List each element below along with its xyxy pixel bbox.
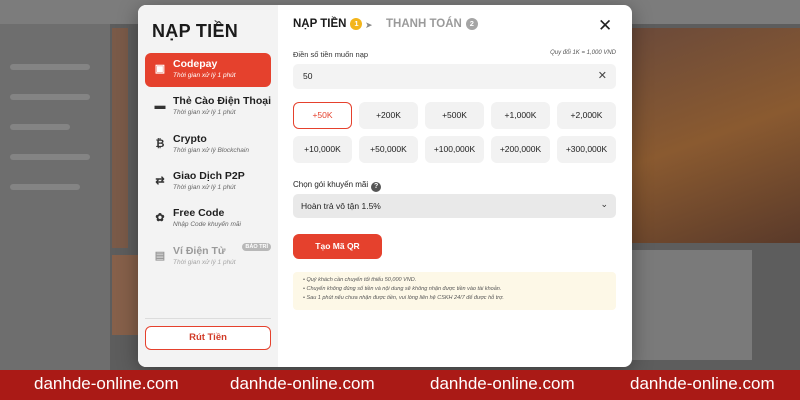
- notice-line: • Quý khách cần chuyển tối thiểu 50,000 …: [303, 277, 417, 283]
- p2p-icon: ⇄: [155, 175, 165, 187]
- sidebar-item-label: Ví Điện Tử: [173, 245, 226, 257]
- step-label: THANH TOÁN: [386, 18, 462, 30]
- notice-box: • Quý khách cần chuyển tối thiểu 50,000 …: [293, 272, 616, 310]
- rate-note: Quy đổi 1K = 1,000 VND: [550, 50, 616, 56]
- withdraw-button[interactable]: Rút Tiền: [145, 326, 271, 350]
- chevron-down-icon: ⌄: [600, 199, 608, 209]
- sidebar-item-p2p[interactable]: ⇄ Giao Dịch P2P Thời gian xử lý 1 phút: [145, 165, 271, 199]
- wallet-icon: ▣: [154, 63, 166, 75]
- watermark-text: danhde-online.com: [430, 374, 575, 393]
- sidebar-item-label: Crypto: [173, 133, 207, 145]
- quick-amount-1000k[interactable]: +1,000K: [491, 102, 550, 129]
- background-card: [632, 250, 752, 360]
- quick-amount-500k[interactable]: +500K: [425, 102, 484, 129]
- sidebar-item-free-code[interactable]: ✿ Free Code Nhập Code khuyến mãi: [145, 202, 271, 236]
- step-number: 1: [350, 18, 363, 30]
- deposit-modal: NẠP TIỀN ▣ Codepay Thời gian xử lý 1 phú…: [138, 5, 632, 367]
- gift-icon: ✿: [155, 212, 165, 224]
- amount-input[interactable]: 50 ✕: [293, 64, 616, 89]
- promo-label: Chọn gói khuyến mãi?: [293, 180, 382, 192]
- help-icon[interactable]: ?: [371, 182, 382, 192]
- sidebar-item-label: Free Code: [173, 207, 225, 219]
- background-thumbnail: [112, 255, 138, 335]
- sidebar-item-codepay[interactable]: ▣ Codepay Thời gian xử lý 1 phút: [145, 53, 271, 87]
- sidebar-item-subtitle: Thời gian xử lý 1 phút: [173, 72, 236, 79]
- watermark-text: danhde-online.com: [34, 374, 179, 393]
- sidebar-item-subtitle: Thời gian xử lý 1 phút: [173, 259, 236, 266]
- background-sidebar: [0, 24, 110, 370]
- notice-line: • Chuyển không đúng số tiền và nội dung …: [303, 286, 502, 292]
- step-payment: THANH TOÁN 2: [386, 18, 478, 30]
- step-arrow-icon: ➤: [365, 20, 373, 30]
- notice-line: • Sau 1 phút nếu chưa nhận được tiền, vu…: [303, 295, 504, 301]
- quick-amount-50k[interactable]: +50K: [293, 102, 352, 129]
- notice-text: Chuyển không đúng số tiền và nội dung sẽ…: [306, 286, 502, 292]
- quick-amount-50000k[interactable]: +50,000K: [359, 136, 418, 163]
- close-icon[interactable]: ✕: [598, 17, 612, 35]
- promo-select[interactable]: Hoàn trả vô tận 1.5% ⌄: [293, 194, 616, 218]
- sidebar-item-label: Giao Dịch P2P: [173, 170, 245, 182]
- quick-amount-200000k[interactable]: +200,000K: [491, 136, 550, 163]
- quick-amount-10000k[interactable]: +10,000K: [293, 136, 352, 163]
- create-qr-button[interactable]: Tạo Mã QR: [293, 234, 382, 259]
- sidebar-divider: [145, 318, 271, 319]
- deposit-method-sidebar: NẠP TIỀN ▣ Codepay Thời gian xử lý 1 phú…: [138, 5, 278, 367]
- maintenance-badge: BẢO TRÌ: [242, 243, 271, 251]
- background-banner: [112, 28, 128, 248]
- modal-title: NẠP TIỀN: [152, 21, 239, 41]
- watermark-text: danhde-online.com: [630, 374, 775, 393]
- card-icon: ▬: [154, 100, 166, 112]
- quick-amount-200k[interactable]: +200K: [359, 102, 418, 129]
- sidebar-item-crypto[interactable]: ₿ Crypto Thời gian xử lý Blockchain: [145, 128, 271, 162]
- ewallet-icon: ▤: [154, 250, 166, 262]
- notice-text: Quý khách cần chuyển tối thiểu 50,000 VN…: [306, 277, 417, 283]
- background-promo-image: [632, 28, 800, 243]
- sidebar-item-subtitle: Thời gian xử lý Blockchain: [173, 147, 249, 154]
- quick-amount-2000k[interactable]: +2,000K: [557, 102, 616, 129]
- promo-label-text: Chọn gói khuyến mãi: [293, 180, 369, 189]
- quick-amount-100000k[interactable]: +100,000K: [425, 136, 484, 163]
- sidebar-item-label: Codepay: [173, 58, 218, 70]
- deposit-form: NẠP TIỀN 1 ➤ THANH TOÁN 2 ✕ Điền số tiền m…: [278, 5, 632, 367]
- promo-select-value: Hoàn trả vô tận 1.5%: [301, 201, 381, 211]
- sidebar-item-ewallet[interactable]: ▤ Ví Điện Tử Thời gian xử lý 1 phút BẢO …: [145, 240, 271, 274]
- bitcoin-icon: ₿: [155, 138, 165, 150]
- amount-input-value: 50: [303, 71, 313, 81]
- clear-icon[interactable]: ✕: [598, 69, 607, 82]
- quick-amount-300000k[interactable]: +300,000K: [557, 136, 616, 163]
- sidebar-item-label: Thẻ Cào Điện Thoại: [173, 95, 272, 107]
- sidebar-item-subtitle: Nhập Code khuyến mãi: [173, 221, 241, 228]
- amount-label: Điền số tiền muốn nạp: [293, 50, 369, 59]
- watermark-text: danhde-online.com: [230, 374, 375, 393]
- watermark-footer: danhde-online.com danhde-online.com danh…: [0, 370, 800, 400]
- sidebar-item-subtitle: Thời gian xử lý 1 phút: [173, 184, 236, 191]
- step-number: 2: [465, 18, 478, 30]
- sidebar-item-phone-card[interactable]: ▬ Thẻ Cào Điện Thoại Thời gian xử lý 1 p…: [145, 90, 272, 124]
- step-deposit: NẠP TIỀN 1: [293, 18, 363, 30]
- sidebar-item-subtitle: Thời gian xử lý 1 phút: [173, 109, 236, 116]
- notice-text: Sau 1 phút nếu chưa nhận được tiền, vui …: [306, 295, 504, 301]
- step-label: NẠP TIỀN: [293, 18, 347, 30]
